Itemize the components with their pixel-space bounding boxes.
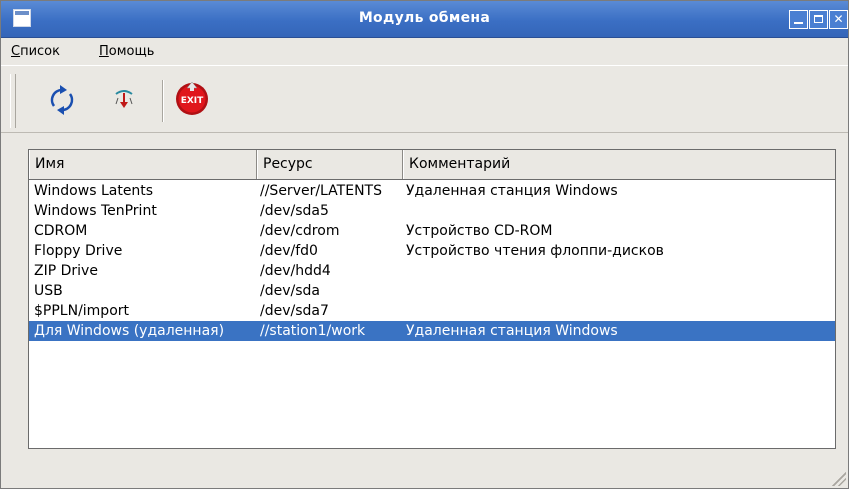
row-name: ZIP Drive [34, 263, 98, 279]
row-name: Windows Latents [34, 183, 154, 199]
menu-help-accel: П [99, 44, 109, 59]
list-row[interactable]: Floppy Drive /dev/fd0 Устройство чтения … [29, 241, 835, 261]
list-row[interactable]: USB /dev/sda [29, 281, 835, 301]
row-resource: /dev/fd0 [260, 243, 318, 259]
minimize-button[interactable] [789, 10, 808, 29]
list-rows: Windows Latents //Server/LATENTS Удаленн… [29, 181, 835, 341]
list-row-selected[interactable]: Для Windows (удаленная) //station1/work … [29, 321, 835, 341]
row-name: $PPLN/import [34, 303, 130, 319]
row-comment: Устройство чтения флоппи-дисков [406, 243, 664, 259]
menu-help[interactable]: Помощь [99, 44, 154, 60]
transfer-button[interactable] [104, 80, 144, 120]
row-name: Для Windows (удаленная) [34, 323, 225, 339]
exit-icon: EXIT [176, 81, 208, 115]
row-name: Floppy Drive [34, 243, 123, 259]
row-resource: //station1/work [260, 323, 366, 339]
title-bar[interactable]: Модуль обмена ✕ [1, 1, 848, 38]
row-comment: Удаленная станция Windows [406, 183, 618, 199]
menu-bar: Список Помощь [1, 38, 848, 64]
list-row[interactable]: Windows TenPrint /dev/sda5 [29, 201, 835, 221]
column-header-name[interactable]: Имя [29, 150, 257, 179]
row-comment: Устройство CD-ROM [406, 223, 553, 239]
row-name: USB [34, 283, 63, 299]
app-window: Модуль обмена ✕ Список Помощь EXIT Имя Р… [0, 0, 849, 489]
row-name: CDROM [34, 223, 88, 239]
transfer-icon [115, 90, 133, 108]
list-row[interactable]: $PPLN/import /dev/sda7 [29, 301, 835, 321]
list-row[interactable]: Windows Latents //Server/LATENTS Удаленн… [29, 181, 835, 201]
column-header-comment[interactable]: Комментарий [403, 150, 835, 179]
list-row[interactable]: CDROM /dev/cdrom Устройство CD-ROM [29, 221, 835, 241]
resize-grip[interactable] [832, 472, 846, 486]
minimize-icon [794, 22, 803, 24]
menu-help-label: омощь [108, 44, 155, 59]
list-header: Имя Ресурс Комментарий [29, 150, 835, 180]
row-resource: /dev/hdd4 [260, 263, 331, 279]
toolbar-separator [162, 80, 164, 122]
row-resource: /dev/sda7 [260, 303, 329, 319]
exit-button[interactable]: EXIT [172, 78, 212, 118]
row-resource: /dev/sda [260, 283, 320, 299]
menu-list-label: писок [20, 44, 60, 59]
close-button[interactable]: ✕ [829, 10, 848, 29]
close-icon: ✕ [833, 12, 844, 26]
column-header-resource[interactable]: Ресурс [257, 150, 403, 179]
row-resource: /dev/sda5 [260, 203, 329, 219]
list-row[interactable]: ZIP Drive /dev/hdd4 [29, 261, 835, 281]
toolbar: EXIT [1, 65, 848, 133]
menu-list[interactable]: Список [11, 44, 60, 60]
row-comment: Удаленная станция Windows [406, 323, 618, 339]
maximize-button[interactable] [809, 10, 828, 29]
row-resource: //Server/LATENTS [260, 183, 382, 199]
row-name: Windows TenPrint [34, 203, 157, 219]
row-resource: /dev/cdrom [260, 223, 340, 239]
resource-list[interactable]: Имя Ресурс Комментарий Windows Latents /… [28, 149, 836, 449]
toolbar-handle[interactable] [10, 74, 16, 128]
refresh-button[interactable] [42, 80, 82, 120]
exit-label: EXIT [181, 96, 204, 106]
menu-list-accel: С [11, 44, 21, 59]
refresh-icon [50, 85, 74, 115]
maximize-icon [814, 15, 823, 23]
window-title: Модуль обмена [358, 10, 491, 26]
